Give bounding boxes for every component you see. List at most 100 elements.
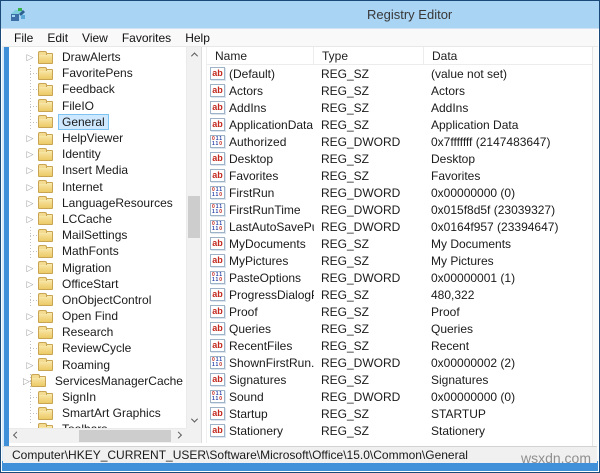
tree-item-label: OfficeStart	[62, 276, 119, 291]
value-type-icon: ab 011110	[210, 118, 225, 131]
folder-icon	[38, 99, 53, 113]
tree-item-smartart-graphics[interactable]: ▷ SmartArt Graphics	[9, 405, 186, 421]
expand-arrow-icon[interactable]: ▷	[23, 130, 37, 147]
value-row-stationery[interactable]: ab 011110 Stationery REG_SZ Stationery	[207, 422, 592, 439]
scroll-up-button[interactable]	[187, 47, 202, 62]
tree-item-officestart[interactable]: ▷ OfficeStart	[9, 275, 186, 292]
scroll-down-button[interactable]	[187, 413, 202, 428]
expand-arrow-icon[interactable]: ▷	[23, 210, 37, 227]
value-data: 0x0164f957 (23394647)	[431, 219, 559, 234]
menu-edit[interactable]: Edit	[40, 30, 75, 46]
value-name: ShownFirstRun...	[229, 355, 314, 370]
value-row-startup[interactable]: ab 011110 Startup REG_SZ STARTUP	[207, 405, 592, 422]
value-type: REG_DWORD	[321, 270, 401, 285]
expand-arrow-icon[interactable]: ▷	[23, 372, 30, 389]
value-row-recentfiles[interactable]: ab 011110 RecentFiles REG_SZ Recent	[207, 337, 592, 354]
value-row-proof[interactable]: ab 011110 Proof REG_SZ Proof	[207, 303, 592, 320]
menu-favorites[interactable]: Favorites	[115, 30, 178, 46]
tree-item-roaming[interactable]: ▷ Roaming	[9, 356, 186, 373]
expand-arrow-icon[interactable]: ▷	[23, 259, 37, 276]
tree-horizontal-scrollbar[interactable]	[9, 428, 186, 443]
tree-item-feedback[interactable]: ▷ Feedback	[9, 81, 186, 97]
value-row-firstruntime[interactable]: ab 011110 FirstRunTime REG_DWORD 0x015f8…	[207, 201, 592, 218]
expand-arrow-icon[interactable]: ▷	[23, 194, 37, 211]
column-header-data[interactable]: Data	[424, 47, 592, 64]
tree-item-servicesmanagercache[interactable]: ▷ ServicesManagerCache	[9, 372, 186, 389]
value-row-favorites[interactable]: ab 011110 Favorites REG_SZ Favorites	[207, 167, 592, 184]
value-type-icon: ab 011110	[210, 84, 225, 97]
tree-item-fileio[interactable]: ▷ FileIO	[9, 98, 186, 114]
value-type-icon: ab 011110	[210, 305, 225, 318]
value-row-shownfirstrun[interactable]: ab 011110 ShownFirstRun... REG_DWORD 0x0…	[207, 354, 592, 371]
tree-item-identity[interactable]: ▷ Identity	[9, 146, 186, 163]
value-row-lastautosavepu[interactable]: ab 011110 LastAutoSavePu... REG_DWORD 0x…	[207, 218, 592, 235]
value-type: REG_DWORD	[321, 355, 401, 370]
value-name: ProgressDialogP...	[229, 287, 314, 302]
tree-item-mathfonts[interactable]: ▷ MathFonts	[9, 243, 186, 259]
scroll-right-button[interactable]	[171, 429, 186, 444]
expand-arrow-icon[interactable]: ▷	[23, 49, 37, 66]
tree-item-label: Identity	[62, 147, 101, 162]
tree-vertical-scrollbar[interactable]	[186, 47, 201, 428]
tree-item-label: HelpViewer	[62, 131, 124, 146]
value-row-applicationdata[interactable]: ab 011110 ApplicationData REG_SZ Applica…	[207, 116, 592, 133]
value-row-actors[interactable]: ab 011110 Actors REG_SZ Actors	[207, 82, 592, 99]
expand-arrow-icon[interactable]: ▷	[23, 146, 37, 163]
horizontal-scroll-thumb[interactable]	[79, 430, 171, 442]
column-header-type[interactable]: Type	[314, 47, 424, 64]
value-row-progressdialogp[interactable]: ab 011110 ProgressDialogP... REG_SZ 480,…	[207, 286, 592, 303]
value-type: REG_DWORD	[321, 389, 401, 404]
tree-item-onobjectcontrol[interactable]: ▷ OnObjectControl	[9, 292, 186, 308]
vertical-scroll-thumb[interactable]	[188, 196, 200, 238]
value-row-firstrun[interactable]: ab 011110 FirstRun REG_DWORD 0x00000000 …	[207, 184, 592, 201]
tree-item-open-find[interactable]: ▷ Open Find	[9, 308, 186, 325]
menu-view[interactable]: View	[75, 30, 115, 46]
scroll-left-button[interactable]	[9, 429, 24, 444]
expand-arrow-icon[interactable]: ▷	[23, 324, 37, 341]
tree-item-reviewcycle[interactable]: ▷ ReviewCycle	[9, 340, 186, 356]
expand-arrow-icon[interactable]: ▷	[23, 308, 37, 325]
value-name: LastAutoSavePu...	[229, 219, 314, 234]
value-type-icon: ab 011110	[210, 237, 225, 250]
tree-item-languageresources[interactable]: ▷ LanguageResources	[9, 194, 186, 211]
value-row-pasteoptions[interactable]: ab 011110 PasteOptions REG_DWORD 0x00000…	[207, 269, 592, 286]
value-row-default[interactable]: ab 011110 (Default) REG_SZ (value not se…	[207, 65, 592, 82]
tree-item-insert-media[interactable]: ▷ Insert Media	[9, 162, 186, 179]
registry-editor-window: Registry Editor File Edit View Favorites Hel…	[0, 0, 600, 473]
chevron-left-icon	[12, 431, 21, 439]
menu-help[interactable]: Help	[178, 30, 217, 46]
value-data: Recent	[431, 338, 470, 353]
column-header-name[interactable]: Name	[207, 47, 314, 64]
tree-item-research[interactable]: ▷ Research	[9, 324, 186, 341]
tree-item-label: FileIO	[62, 98, 95, 113]
value-name: MyPictures	[229, 253, 289, 268]
value-name: PasteOptions	[229, 270, 302, 285]
tree-item-label: FavoritePens	[62, 66, 133, 81]
expand-arrow-icon[interactable]: ▷	[23, 356, 37, 373]
value-row-signatures[interactable]: ab 011110 Signatures REG_SZ Signatures	[207, 371, 592, 388]
tree-item-helpviewer[interactable]: ▷ HelpViewer	[9, 130, 186, 147]
tree-item-favoritepens[interactable]: ▷ FavoritePens	[9, 65, 186, 81]
menu-file[interactable]: File	[7, 30, 40, 46]
value-row-mypictures[interactable]: ab 011110 MyPictures REG_SZ My Pictures	[207, 252, 592, 269]
tree-item-toolbars[interactable]: ▷ Toolbars	[9, 421, 186, 428]
registry-editor-icon[interactable]	[9, 6, 26, 23]
expand-arrow-icon[interactable]: ▷	[23, 275, 37, 292]
value-row-addins[interactable]: ab 011110 AddIns REG_SZ AddIns	[207, 99, 592, 116]
value-row-desktop[interactable]: ab 011110 Desktop REG_SZ Desktop	[207, 150, 592, 167]
folder-icon	[38, 406, 53, 420]
expand-arrow-icon[interactable]: ▷	[23, 162, 37, 179]
value-row-mydocuments[interactable]: ab 011110 MyDocuments REG_SZ My Document…	[207, 235, 592, 252]
tree-item-lccache[interactable]: ▷ LCCache	[9, 210, 186, 227]
tree-item-mailsettings[interactable]: ▷ MailSettings	[9, 227, 186, 243]
tree-item-internet[interactable]: ▷ Internet	[9, 178, 186, 195]
tree-item-migration[interactable]: ▷ Migration	[9, 259, 186, 276]
tree-item-general[interactable]: ▷ General	[9, 113, 186, 130]
value-row-queries[interactable]: ab 011110 Queries REG_SZ Queries	[207, 320, 592, 337]
value-row-sound[interactable]: ab 011110 Sound REG_DWORD 0x00000000 (0)	[207, 388, 592, 405]
tree-item-signin[interactable]: ▷ SignIn	[9, 389, 186, 405]
expand-arrow-icon[interactable]: ▷	[23, 178, 37, 195]
tree-item-drawalerts[interactable]: ▷ DrawAlerts	[9, 49, 186, 66]
value-row-authorized[interactable]: ab 011110 Authorized REG_DWORD 0x7ffffff…	[207, 133, 592, 150]
tree-item-label: Toolbars	[58, 421, 111, 428]
